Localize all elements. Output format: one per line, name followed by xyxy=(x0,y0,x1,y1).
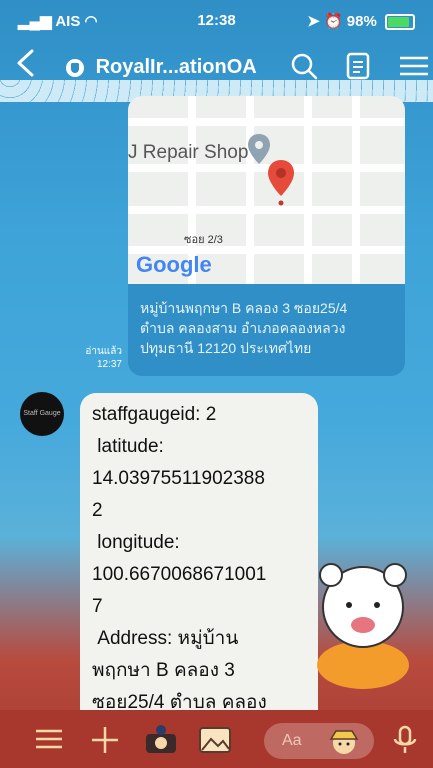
read-receipt: อ่านแล้ว 12:37 xyxy=(76,345,122,371)
message-time: 12:37 xyxy=(96,359,122,370)
message-line: 7 xyxy=(92,596,103,617)
sticker-icon[interactable] xyxy=(328,727,360,755)
message-line: Address: หมู่บ้าน xyxy=(92,628,239,649)
back-button[interactable] xyxy=(14,48,36,83)
message-input-placeholder: Aa xyxy=(282,732,302,749)
camera-button[interactable] xyxy=(144,725,178,760)
map-road xyxy=(352,96,360,284)
plus-icon xyxy=(92,727,118,753)
map-road xyxy=(128,118,405,126)
read-label: อ่านแล้ว xyxy=(85,346,122,357)
address-line: หมู่บ้านพฤกษา B คลอง 3 ซอย25/4 xyxy=(140,300,348,316)
location-pin-icon xyxy=(268,160,294,206)
list-icon xyxy=(36,729,62,749)
map-street-label: ซอย 2/3 xyxy=(184,234,223,246)
bear-sticker-icon xyxy=(317,563,409,689)
message-input[interactable]: Aa xyxy=(264,723,374,759)
message-line: พฤกษา B คลอง 3 xyxy=(92,660,235,681)
notes-icon xyxy=(346,52,370,80)
map-place-label: J Repair Shop xyxy=(128,142,249,163)
message-line: 100.6670068671001 xyxy=(92,564,267,585)
microphone-icon xyxy=(393,725,417,753)
gallery-button[interactable] xyxy=(198,725,232,760)
location-arrow-icon: ➤ xyxy=(307,13,320,30)
menu-toggle-button[interactable] xyxy=(34,725,64,758)
voice-button[interactable] xyxy=(392,725,418,760)
status-bar: ▂▄▆ AIS ◠ 12:38 ➤ ⏰ 98% xyxy=(0,0,433,40)
location-map[interactable]: J Repair Shop ซอย 2/3 Google xyxy=(128,96,405,284)
battery-percent: 98% xyxy=(346,13,377,30)
chevron-left-icon xyxy=(17,49,34,77)
chat-title[interactable]: RoyalIr...ationOA xyxy=(66,56,257,79)
map-road xyxy=(246,96,254,284)
incoming-message[interactable]: staffgaugeid: 2 latitude: 14.03975511902… xyxy=(80,393,318,723)
search-icon xyxy=(291,53,318,80)
search-button[interactable] xyxy=(290,52,318,80)
message-line: 14.03975511902388 xyxy=(92,468,265,489)
hamburger-menu-icon xyxy=(400,56,428,76)
message-line: staffgaugeid: 2 xyxy=(92,404,217,425)
menu-button[interactable] xyxy=(398,52,428,80)
address-line: ปทุมธานี 12120 ประเทศไทย xyxy=(140,340,312,356)
message-line: latitude: xyxy=(92,436,164,457)
avatar-text: Staff Gauge xyxy=(23,410,61,417)
photo-gallery-icon xyxy=(199,727,231,753)
verified-shield-icon xyxy=(66,58,84,77)
avatar[interactable]: Staff Gauge xyxy=(20,392,64,436)
add-button[interactable] xyxy=(90,725,120,760)
google-logo: Google xyxy=(136,252,212,277)
map-road xyxy=(128,206,405,214)
map-road xyxy=(304,96,312,284)
message-line: 2 xyxy=(92,500,103,521)
alarm-icon: ⏰ xyxy=(323,13,343,30)
chat-title-text: RoyalIr...ationOA xyxy=(95,56,257,78)
battery-group: ➤ ⏰ 98% xyxy=(307,12,415,31)
battery-icon xyxy=(385,14,415,31)
address-line: ตำบล คลองสาม อำเภอคลองหลวง xyxy=(140,320,346,336)
message-line: longitude: xyxy=(92,532,180,553)
notes-button[interactable] xyxy=(344,52,372,80)
input-bar: Aa xyxy=(0,710,433,768)
camera-icon xyxy=(146,725,176,753)
location-address[interactable]: หมู่บ้านพฤกษา B คลอง 3 ซอย25/4 ตำบล คลอง… xyxy=(128,284,405,376)
